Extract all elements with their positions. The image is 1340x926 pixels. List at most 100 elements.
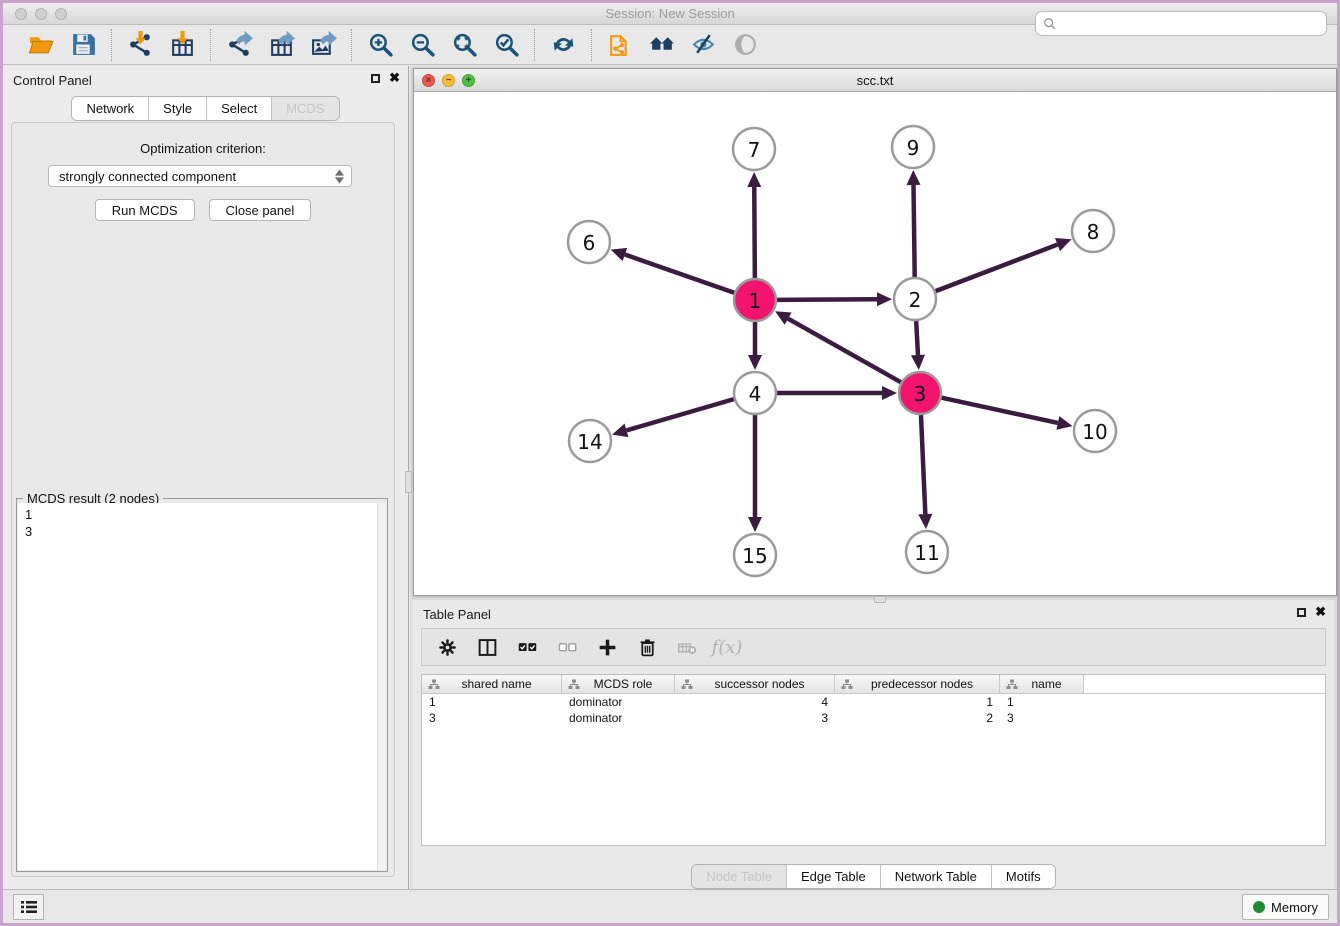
panel-splitter-handle[interactable] xyxy=(405,471,412,493)
edge-1-7[interactable] xyxy=(754,187,755,278)
function-builder-button[interactable]: f(x) xyxy=(714,634,740,660)
task-list-icon xyxy=(20,900,38,914)
float-table-panel-icon[interactable] xyxy=(1297,608,1306,617)
tab-mcds[interactable]: MCDS xyxy=(272,97,338,120)
import-table-icon xyxy=(169,31,196,58)
edge-4-14[interactable] xyxy=(626,399,733,430)
hide-selected-button[interactable] xyxy=(688,30,720,60)
edge-arrow-3-10 xyxy=(1056,416,1072,430)
search-box[interactable] xyxy=(1035,11,1327,36)
function-builder-icon: f(x) xyxy=(712,637,743,658)
mcds-result-list[interactable]: 13 xyxy=(18,503,386,870)
tab-select[interactable]: Select xyxy=(207,97,272,120)
task-history-button[interactable] xyxy=(13,894,44,920)
refresh-icon xyxy=(550,31,577,58)
clone-network-button[interactable] xyxy=(604,30,636,60)
search-input[interactable] xyxy=(1057,14,1326,34)
edge-3-11[interactable] xyxy=(921,415,925,514)
table-row[interactable]: 3dominator323 xyxy=(422,710,1325,726)
column-header-name[interactable]: name xyxy=(1000,675,1084,693)
close-table-panel-icon[interactable]: ✖ xyxy=(1315,607,1326,617)
tab-style[interactable]: Style xyxy=(149,97,207,120)
search-icon xyxy=(1043,17,1057,31)
zoom-selected-icon xyxy=(493,31,520,58)
column-header-shared-name[interactable]: shared name xyxy=(422,675,562,693)
hide-selected-icon xyxy=(691,31,718,58)
first-neighbors-button[interactable] xyxy=(646,30,678,60)
tab-network[interactable]: Network xyxy=(72,97,149,120)
edge-arrow-4-14 xyxy=(612,424,628,437)
open-session-icon xyxy=(28,31,55,58)
graph-node-label-6: 6 xyxy=(583,231,596,255)
open-session-button[interactable] xyxy=(25,30,57,60)
close-panel-button[interactable]: Close panel xyxy=(209,199,312,221)
tab-edge-table[interactable]: Edge Table xyxy=(787,865,881,888)
network-window-titlebar[interactable]: × − + scc.txt xyxy=(414,69,1336,92)
table-panel: Table Panel ✖ f(x) shared nameMCDS roles… xyxy=(413,600,1334,889)
network-graph[interactable]: 1234678910111415 xyxy=(414,92,1336,595)
column-hierarchy-icon xyxy=(681,679,693,690)
tab-network-table[interactable]: Network Table xyxy=(881,865,992,888)
tab-motifs[interactable]: Motifs xyxy=(992,865,1055,888)
table-cell: 1 xyxy=(1000,694,1084,710)
edge-arrow-1-7 xyxy=(747,172,761,187)
workspace: × − + scc.txt 1234678910111415 Table Pan… xyxy=(410,66,1337,889)
edge-3-1[interactable] xyxy=(788,319,901,383)
export-table-button[interactable] xyxy=(265,30,297,60)
run-mcds-button[interactable]: Run MCDS xyxy=(95,199,195,221)
edge-2-3[interactable] xyxy=(916,321,918,355)
graph-node-label-3: 3 xyxy=(914,382,927,406)
memory-button[interactable]: Memory xyxy=(1242,894,1329,920)
network-canvas[interactable]: 1234678910111415 xyxy=(414,92,1336,595)
export-network-icon xyxy=(226,31,253,58)
zoom-out-button[interactable] xyxy=(406,30,438,60)
criterion-value: strongly connected component xyxy=(59,169,236,184)
zoom-in-button[interactable] xyxy=(364,30,396,60)
column-header-predecessor-nodes[interactable]: predecessor nodes xyxy=(835,675,1000,693)
select-all-button[interactable] xyxy=(514,634,540,660)
import-table-button[interactable] xyxy=(166,30,198,60)
column-header-MCDS-role[interactable]: MCDS role xyxy=(562,675,675,693)
export-image-button[interactable] xyxy=(307,30,339,60)
deselect-all-button[interactable] xyxy=(554,634,580,660)
tab-node-table[interactable]: Node Table xyxy=(692,865,787,888)
refresh-button[interactable] xyxy=(547,30,579,60)
import-network-button[interactable] xyxy=(124,30,156,60)
zoom-fit-button[interactable] xyxy=(448,30,480,60)
edge-arrow-3-11 xyxy=(918,514,932,529)
column-header-successor-nodes[interactable]: successor nodes xyxy=(675,675,835,693)
split-view-button[interactable] xyxy=(474,634,500,660)
table-toolbar: f(x) xyxy=(421,628,1326,666)
memory-label: Memory xyxy=(1271,900,1318,915)
add-column-button[interactable] xyxy=(594,634,620,660)
criterion-select[interactable]: strongly connected component xyxy=(48,165,352,187)
result-scrollbar[interactable] xyxy=(377,503,386,870)
edge-1-2[interactable] xyxy=(777,299,877,300)
application-window: Session: New Session Control Panel ✖ Net… xyxy=(3,3,1337,923)
table-cell: 1 xyxy=(422,694,562,710)
table-row[interactable]: 1dominator411 xyxy=(422,694,1325,710)
column-hierarchy-icon xyxy=(841,679,853,690)
show-all-button[interactable] xyxy=(730,30,762,60)
export-network-button[interactable] xyxy=(223,30,255,60)
zoom-selected-button[interactable] xyxy=(490,30,522,60)
table-cell: 3 xyxy=(1000,710,1084,726)
edge-1-6[interactable] xyxy=(625,255,734,293)
close-panel-icon[interactable]: ✖ xyxy=(389,73,400,83)
graph-node-label-7: 7 xyxy=(748,138,761,162)
graph-node-label-2: 2 xyxy=(909,288,922,312)
save-session-button[interactable] xyxy=(67,30,99,60)
table-cell: 3 xyxy=(675,710,835,726)
float-panel-icon[interactable] xyxy=(371,74,380,83)
edge-arrow-1-6 xyxy=(611,248,627,261)
delete-column-button[interactable] xyxy=(634,634,660,660)
settings-button[interactable] xyxy=(434,634,460,660)
edge-2-9[interactable] xyxy=(914,185,915,277)
delete-table-button[interactable] xyxy=(674,634,700,660)
status-bar: Memory xyxy=(3,889,1337,923)
table-panel-title: Table Panel xyxy=(423,607,491,622)
select-all-icon xyxy=(517,637,538,658)
node-table: shared nameMCDS rolesuccessor nodesprede… xyxy=(421,674,1326,846)
edge-2-8[interactable] xyxy=(936,245,1058,292)
edge-3-10[interactable] xyxy=(941,398,1057,423)
